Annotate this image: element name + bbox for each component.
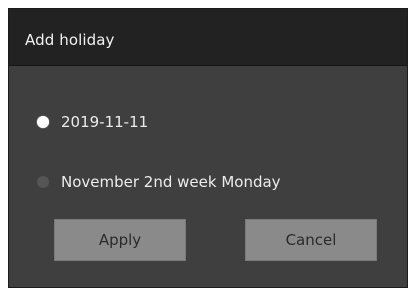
add-holiday-dialog: Add holiday 2019-11-11 November 2nd week… (8, 8, 408, 288)
option-week-rule-label: November 2nd week Monday (61, 173, 281, 191)
dialog-titlebar: Add holiday (9, 9, 407, 66)
option-date-label: 2019-11-11 (61, 113, 149, 131)
radio-unselected-icon[interactable] (37, 176, 49, 188)
dialog-title: Add holiday (25, 31, 115, 49)
option-date[interactable]: 2019-11-11 (37, 113, 148, 131)
radio-selected-icon[interactable] (37, 116, 49, 128)
option-week-rule[interactable]: November 2nd week Monday (37, 173, 281, 191)
apply-button[interactable]: Apply (54, 219, 186, 261)
cancel-button[interactable]: Cancel (245, 219, 377, 261)
